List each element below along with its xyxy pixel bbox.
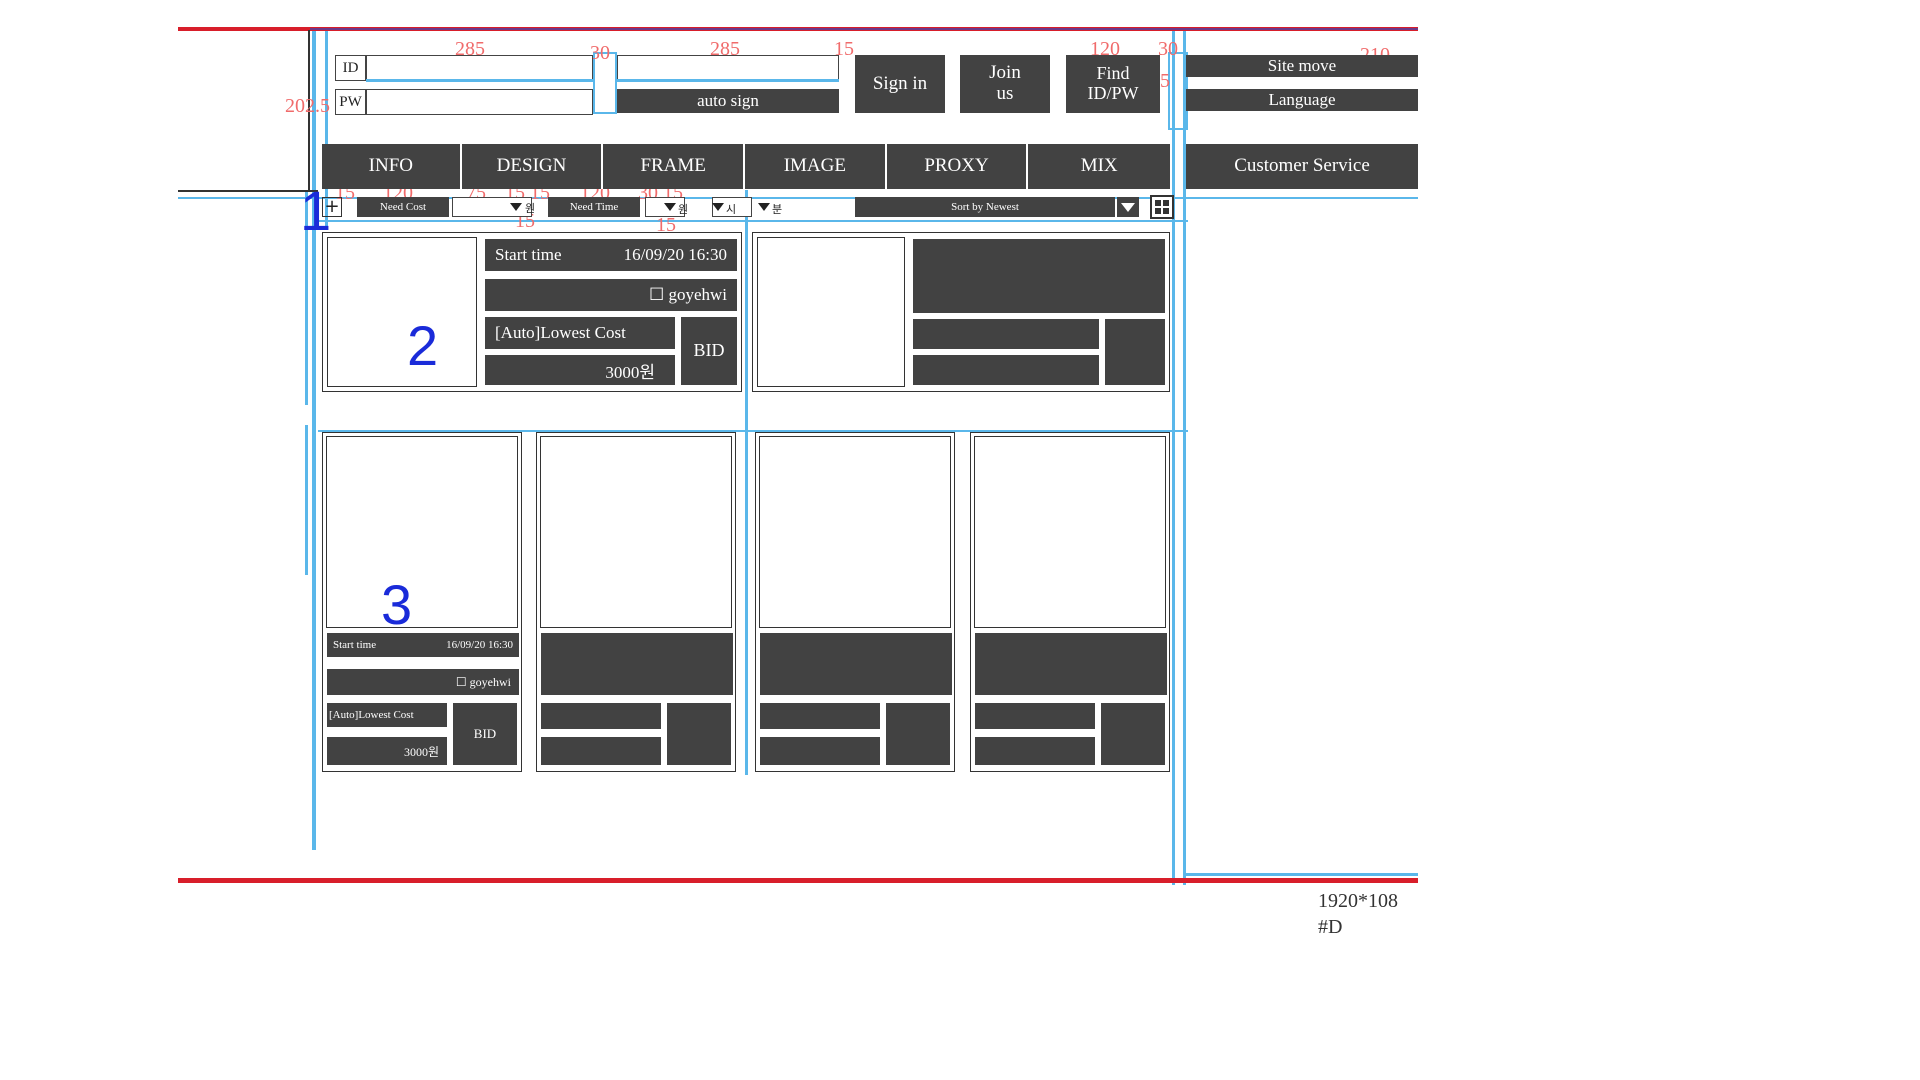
unit-label: 원 bbox=[678, 204, 689, 216]
language-button[interactable]: Language bbox=[1186, 89, 1418, 111]
grid-view-icon[interactable] bbox=[1150, 195, 1174, 219]
frame-top-border bbox=[310, 28, 1418, 30]
small-card[interactable]: Start time 16/09/20 16:30 ☐ goyehwi [Aut… bbox=[322, 432, 522, 772]
nav-frame[interactable]: FRAME bbox=[603, 144, 744, 189]
chevron-down-icon[interactable] bbox=[510, 203, 522, 211]
card-info-block bbox=[760, 633, 952, 695]
dimension-label: 30 bbox=[1158, 38, 1178, 60]
input-guide-line bbox=[617, 79, 839, 82]
chevron-down-icon[interactable] bbox=[664, 203, 676, 211]
unit-label: 원 bbox=[525, 203, 536, 215]
chevron-down-icon[interactable] bbox=[712, 203, 724, 211]
id-label: ID bbox=[335, 55, 366, 81]
join-us-button[interactable]: Join us bbox=[960, 55, 1050, 113]
nav-mix[interactable]: MIX bbox=[1028, 144, 1171, 189]
guide-line bbox=[318, 220, 1188, 222]
large-card[interactable]: Start time 16/09/20 16:30 ☐ goyehwi [Aut… bbox=[322, 232, 742, 392]
card-thumbnail[interactable] bbox=[327, 237, 477, 387]
guide-line bbox=[312, 30, 316, 850]
card-thumbnail[interactable] bbox=[326, 436, 518, 628]
card-info-block bbox=[975, 703, 1095, 729]
start-time-label: Start time bbox=[495, 245, 562, 264]
unit-label: 시 bbox=[726, 204, 737, 216]
card-info-block bbox=[760, 737, 880, 765]
price-value: 3000원 bbox=[327, 737, 447, 765]
lowest-cost-label: [Auto]Lowest Cost bbox=[327, 703, 447, 727]
card-info-block bbox=[975, 737, 1095, 765]
auto-sign-button[interactable]: auto sign bbox=[617, 89, 839, 113]
pw-label: PW bbox=[335, 89, 366, 115]
dimension-label: 30 bbox=[590, 42, 610, 64]
owner-row: ☐ goyehwi bbox=[327, 669, 519, 695]
unit-label: 분 bbox=[772, 204, 783, 216]
guide-line bbox=[305, 425, 308, 575]
small-card[interactable] bbox=[970, 432, 1170, 772]
code-note: #D bbox=[1318, 916, 1343, 938]
secondary-input[interactable] bbox=[617, 55, 839, 81]
card-thumbnail[interactable] bbox=[974, 436, 1166, 628]
guide-line bbox=[1183, 873, 1418, 876]
nav-image[interactable]: IMAGE bbox=[745, 144, 885, 189]
card-info-block bbox=[1105, 319, 1165, 385]
chevron-down-icon[interactable] bbox=[758, 203, 770, 211]
small-card[interactable] bbox=[536, 432, 736, 772]
main-nav: INFO DESIGN FRAME IMAGE PROXY MIX bbox=[322, 144, 1171, 189]
guide-line bbox=[745, 190, 748, 775]
sign-in-button[interactable]: Sign in bbox=[855, 55, 945, 113]
card-thumbnail[interactable] bbox=[757, 237, 905, 387]
card-thumbnail[interactable] bbox=[759, 436, 951, 628]
card-info-block bbox=[541, 703, 661, 729]
id-input[interactable] bbox=[366, 55, 593, 81]
start-time-value: 16/09/20 16:30 bbox=[623, 245, 727, 264]
annotation-marker: 3 bbox=[381, 573, 413, 636]
annotation-marker: 2 bbox=[407, 314, 439, 377]
nav-proxy[interactable]: PROXY bbox=[886, 144, 1027, 189]
guide-box bbox=[1168, 52, 1188, 130]
pw-input[interactable] bbox=[366, 89, 593, 115]
price-value: 3000원 bbox=[485, 355, 675, 385]
card-info-block bbox=[975, 633, 1167, 695]
card-info-block bbox=[913, 355, 1099, 385]
start-time-value: 16/09/20 16:30 bbox=[446, 639, 513, 651]
chevron-down-icon bbox=[1121, 203, 1135, 212]
customer-service-button[interactable]: Customer Service bbox=[1186, 144, 1418, 189]
need-time-label: Need Time bbox=[548, 197, 640, 217]
input-guide-line bbox=[366, 79, 593, 82]
bid-button[interactable]: BID bbox=[681, 317, 737, 385]
annotation-marker: 1 bbox=[300, 179, 332, 242]
lowest-cost-label: [Auto]Lowest Cost bbox=[485, 317, 675, 349]
start-time-row: Start time 16/09/20 16:30 bbox=[327, 633, 519, 657]
card-thumbnail[interactable] bbox=[540, 436, 732, 628]
dimension-label: 202.5 bbox=[285, 95, 330, 117]
nav-design[interactable]: DESIGN bbox=[461, 144, 602, 189]
frame-bottom-line bbox=[178, 878, 1418, 883]
card-info-block bbox=[886, 703, 950, 765]
find-id-pw-button[interactable]: Find ID/PW bbox=[1066, 55, 1160, 113]
owner-row: ☐ goyehwi bbox=[485, 279, 737, 311]
card-info-block bbox=[541, 633, 733, 695]
card-info-block bbox=[913, 239, 1165, 313]
bid-button[interactable]: BID bbox=[453, 703, 517, 765]
card-info-block bbox=[541, 737, 661, 765]
site-move-button[interactable]: Site move bbox=[1186, 55, 1418, 77]
card-info-block bbox=[913, 319, 1099, 349]
large-card[interactable] bbox=[752, 232, 1170, 392]
need-cost-label: Need Cost bbox=[357, 197, 449, 217]
start-time-row: Start time 16/09/20 16:30 bbox=[485, 239, 737, 271]
card-info-block bbox=[1101, 703, 1165, 765]
start-time-label: Start time bbox=[333, 639, 377, 651]
guide-line bbox=[1172, 30, 1175, 885]
divider-line bbox=[178, 190, 318, 192]
sort-select[interactable]: Sort by Newest bbox=[855, 197, 1115, 217]
small-card[interactable] bbox=[755, 432, 955, 772]
nav-info[interactable]: INFO bbox=[322, 144, 460, 189]
card-info-block bbox=[760, 703, 880, 729]
resolution-note: 1920*108 bbox=[1318, 890, 1398, 912]
card-info-block bbox=[667, 703, 731, 765]
